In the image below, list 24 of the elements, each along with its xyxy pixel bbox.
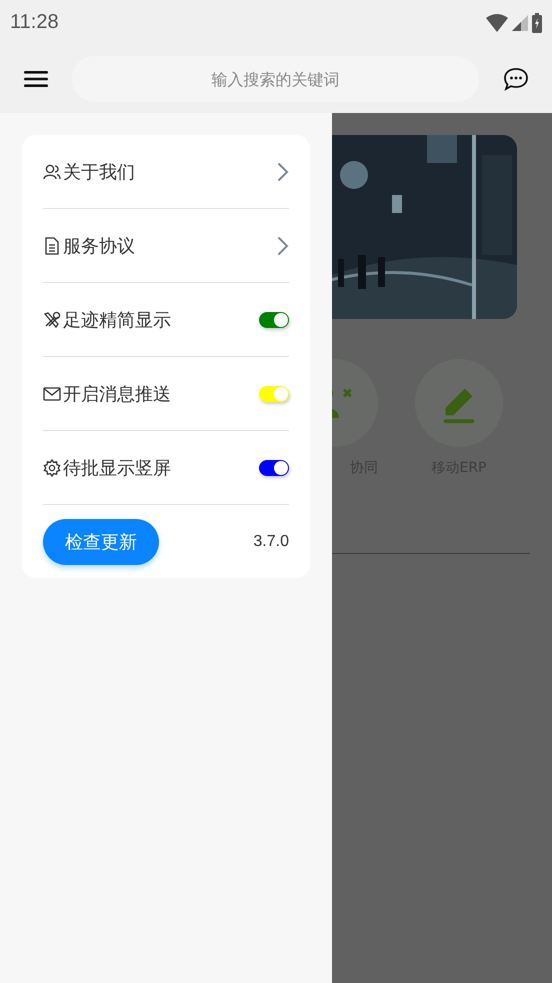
menu-item-label: 待批显示竖屏 [63, 456, 171, 480]
toggle-switch[interactable] [259, 386, 289, 402]
menu-item-label: 关于我们 [63, 160, 135, 184]
menu-item-label: 开启消息推送 [63, 382, 171, 406]
chevron-right-icon[interactable] [277, 162, 289, 182]
mail-icon [43, 384, 61, 402]
search-field[interactable]: 输入搜索的关键词 [72, 56, 479, 102]
tools-icon [43, 310, 61, 328]
signal-icon [512, 14, 528, 30]
version-text: 3.7.0 [253, 533, 289, 551]
menu-icon[interactable] [24, 70, 48, 88]
toggle-switch[interactable] [259, 312, 289, 328]
check-update-button[interactable]: 检查更新 [43, 519, 159, 565]
wifi-icon [486, 14, 508, 32]
person-icon [43, 162, 61, 180]
chat-icon[interactable] [503, 67, 529, 91]
menu-item-label: 足迹精简显示 [63, 308, 171, 332]
status-time: 11:28 [10, 11, 59, 34]
document-icon [43, 236, 61, 254]
battery-icon [532, 12, 542, 32]
chevron-right-icon[interactable] [277, 236, 289, 256]
gear-icon [43, 458, 61, 476]
toggle-switch[interactable] [259, 460, 289, 476]
menu-item-label: 服务协议 [63, 234, 135, 258]
